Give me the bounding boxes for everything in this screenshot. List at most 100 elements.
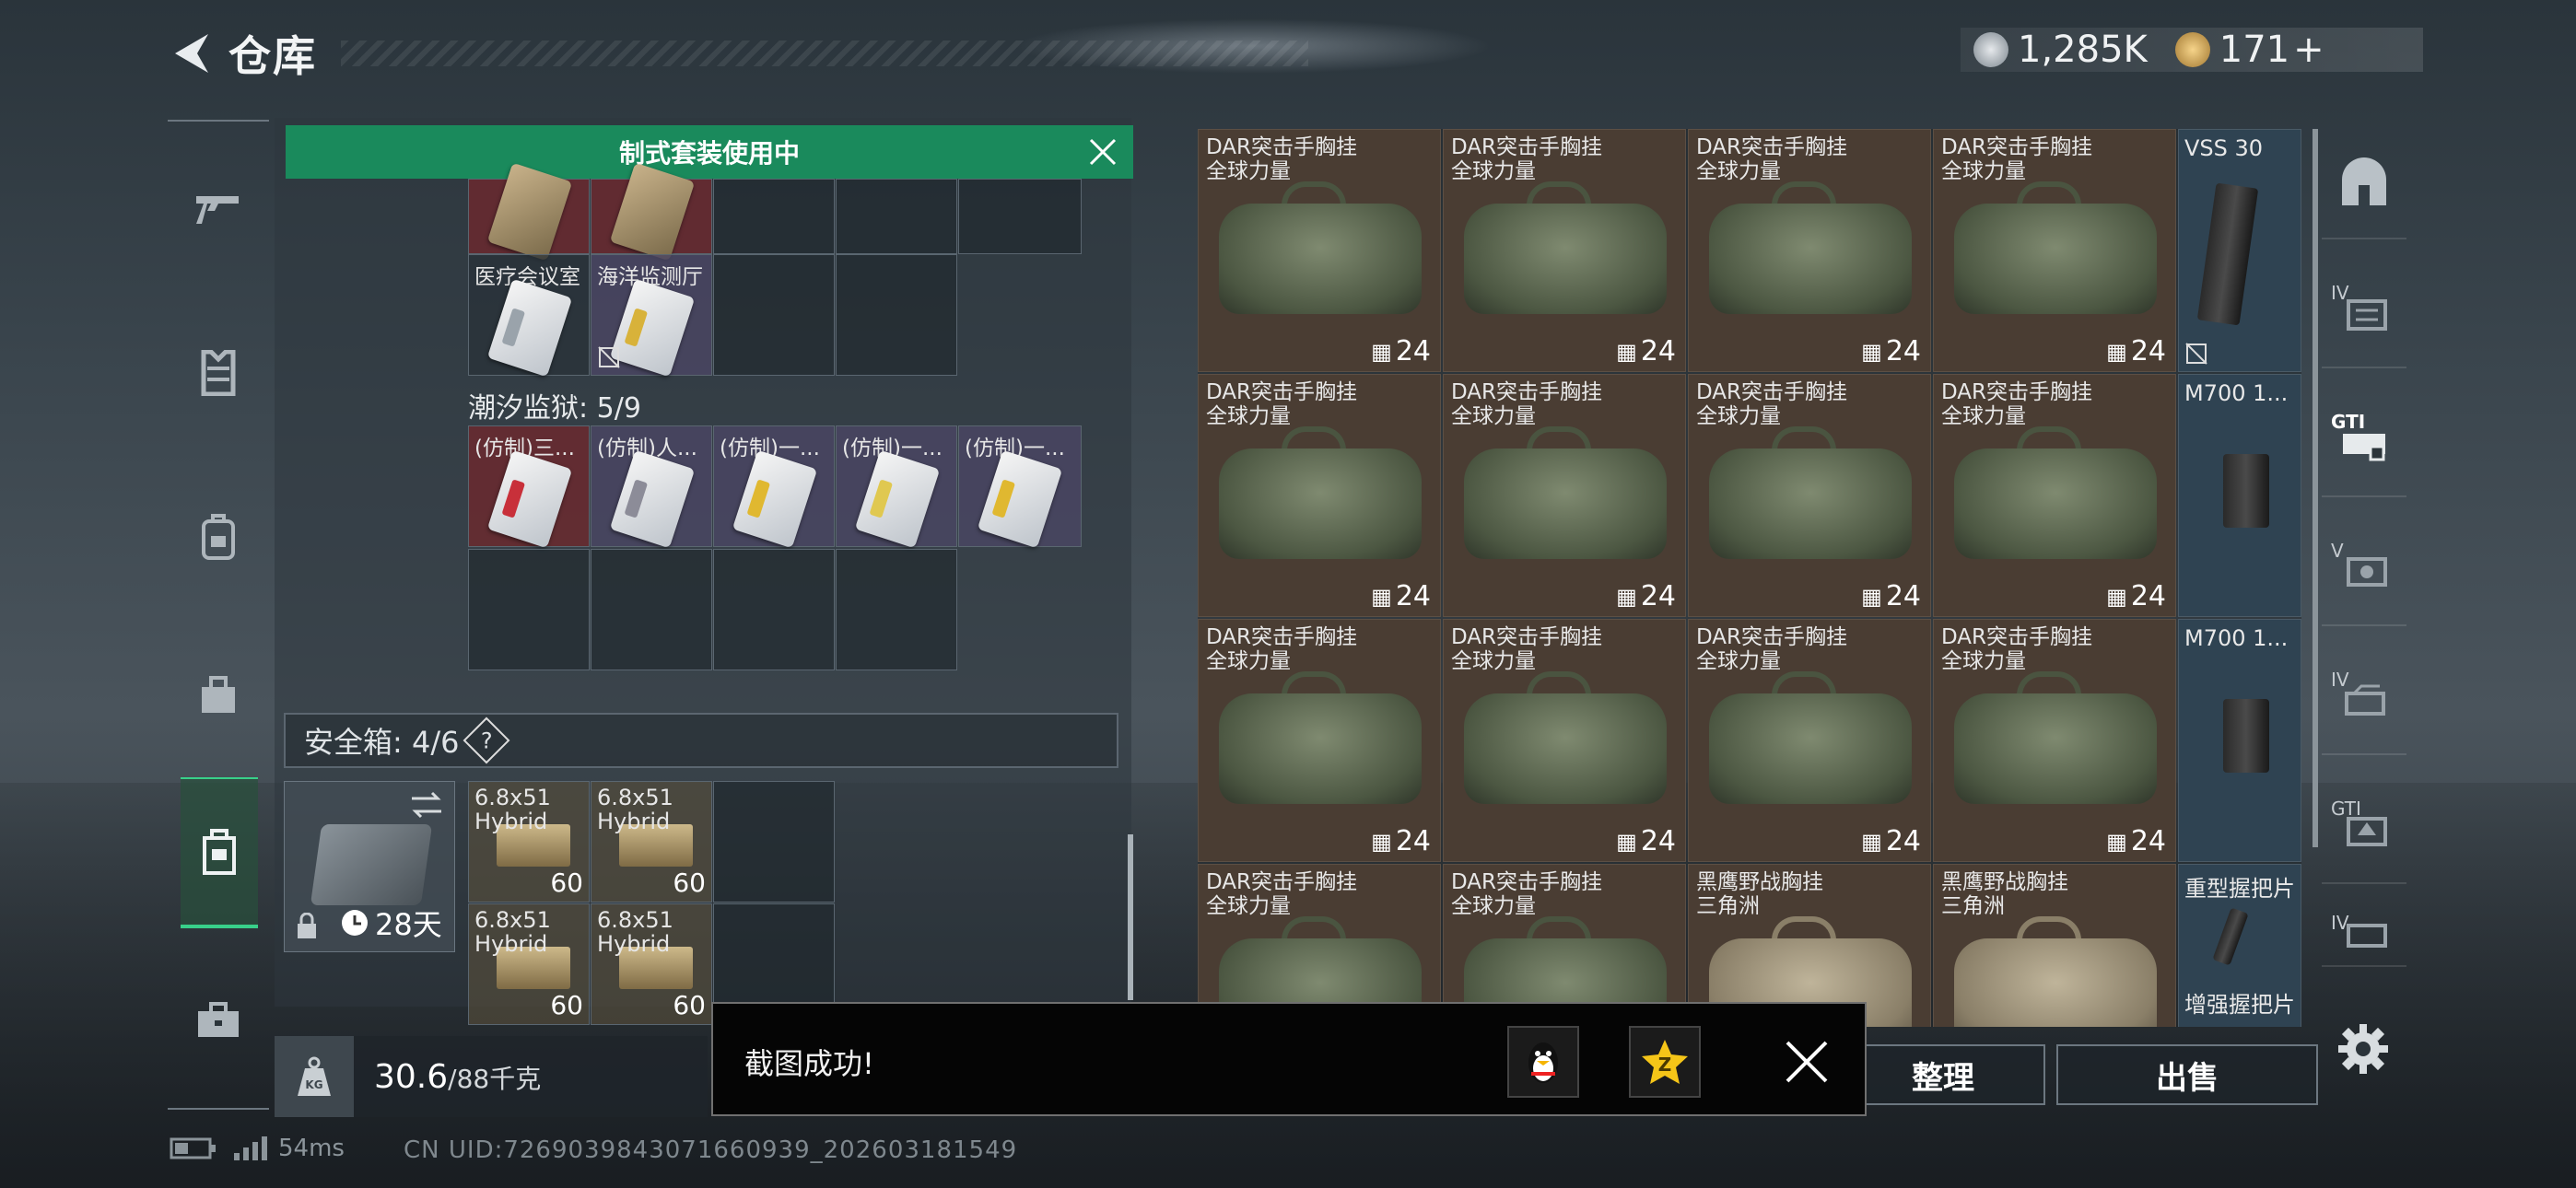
keycard-slot[interactable] bbox=[591, 162, 712, 262]
stash-item[interactable]: VSS 30 bbox=[2178, 129, 2301, 372]
vest-mini-icon: ▦ bbox=[1616, 583, 1637, 610]
empty-slot[interactable] bbox=[591, 549, 712, 670]
item-label: DAR突击手胸挂 全球力量 bbox=[1941, 380, 2092, 428]
settings-gear-icon[interactable] bbox=[2336, 1022, 2390, 1076]
stash-item[interactable]: DAR突击手胸挂 全球力量 ▦ 24 bbox=[1688, 374, 1931, 617]
empty-slot[interactable] bbox=[958, 179, 1082, 254]
empty-slot[interactable] bbox=[836, 549, 957, 670]
grip-image bbox=[2212, 907, 2249, 966]
tab-2[interactable]: GTI bbox=[2322, 387, 2406, 497]
tab-all[interactable] bbox=[2322, 129, 2406, 239]
keycard-slot[interactable]: 医疗会议室 bbox=[468, 254, 590, 378]
item-label: DAR突击手胸挂 全球力量 bbox=[1941, 135, 2092, 183]
stash-item[interactable]: DAR突击手胸挂 全球力量 ▦ 24 bbox=[1198, 619, 1441, 862]
close-icon[interactable] bbox=[1085, 134, 1120, 169]
stash-item[interactable]: 黑鹰野战胸挂 三角洲 bbox=[1933, 864, 2176, 1027]
ammo-item[interactable]: 6.8x51 Hybrid 60 bbox=[591, 781, 712, 903]
gold-amount: 171 bbox=[2219, 29, 2290, 71]
tab-5[interactable]: GTI bbox=[2322, 774, 2406, 884]
chest-rig-image bbox=[1954, 938, 2157, 1027]
empty-slot[interactable] bbox=[713, 254, 835, 376]
empty-slot[interactable] bbox=[836, 179, 957, 254]
tab-6[interactable]: IV bbox=[2322, 903, 2406, 967]
silver-coin-icon bbox=[1973, 32, 2008, 67]
keycard-slot[interactable]: (仿制)三... bbox=[468, 425, 590, 549]
nav-weapons[interactable] bbox=[168, 158, 269, 260]
ammo-label: 6.8x51 Hybrid bbox=[597, 908, 673, 956]
capacity-value: 24 bbox=[1640, 580, 1676, 612]
stash-item[interactable]: DAR突击手胸挂 全球力量 ▦ 24 bbox=[1933, 374, 2176, 617]
nav-pouch[interactable] bbox=[168, 643, 269, 744]
tab-4[interactable]: IV bbox=[2322, 645, 2406, 755]
empty-slot[interactable] bbox=[468, 549, 590, 670]
stash-item[interactable]: M700 1... bbox=[2178, 619, 2301, 862]
left-scrollbar[interactable] bbox=[1128, 834, 1133, 1000]
ammo-item[interactable]: 6.8x51 Hybrid 60 bbox=[591, 903, 712, 1025]
close-icon[interactable] bbox=[1782, 1037, 1832, 1087]
keycard-slot[interactable]: (仿制)一... bbox=[836, 425, 957, 549]
vest-mini-icon: ▦ bbox=[2106, 338, 2127, 365]
gold-currency[interactable]: 171 + bbox=[2174, 29, 2324, 71]
screenshot-toast: 截图成功! Z bbox=[711, 1002, 1867, 1116]
capacity-badge: ▦ 24 bbox=[1616, 825, 1676, 857]
share-qzone-button[interactable]: Z bbox=[1629, 1026, 1701, 1098]
stash-item[interactable]: DAR突击手胸挂 全球力量 ▦ 24 bbox=[1688, 619, 1931, 862]
back-arrow-icon[interactable] bbox=[166, 29, 216, 78]
capacity-badge: ▦ 24 bbox=[1861, 825, 1921, 857]
item-label: DAR突击手胸挂 全球力量 bbox=[1451, 870, 1602, 918]
gold-coin-icon bbox=[2174, 32, 2210, 67]
page-title: 仓库 bbox=[228, 31, 317, 81]
item-faction: 全球力量 bbox=[1206, 649, 1291, 673]
keycard-slot[interactable]: (仿制)一... bbox=[713, 425, 835, 549]
nav-safebox[interactable] bbox=[181, 777, 258, 928]
vest-mini-icon: ▦ bbox=[1616, 828, 1637, 855]
capacity-value: 24 bbox=[1640, 825, 1676, 857]
nav-toolbox[interactable] bbox=[168, 969, 269, 1070]
stash-item[interactable]: DAR突击手胸挂 全球力量 ▦ 24 bbox=[1443, 374, 1686, 617]
item-label: DAR突击手胸挂 全球力量 bbox=[1941, 625, 2092, 673]
nav-vest[interactable] bbox=[168, 322, 269, 424]
item-faction: 全球力量 bbox=[1696, 159, 1781, 183]
safebox-item[interactable]: 28天 bbox=[284, 781, 455, 952]
stash-item[interactable]: DAR突击手胸挂 全球力量 ▦ 24 bbox=[1198, 374, 1441, 617]
stash-item[interactable]: DAR突击手胸挂 全球力量 ▦ 24 bbox=[1198, 129, 1441, 372]
keycard-slot[interactable]: (仿制)人... bbox=[591, 425, 712, 549]
share-qq-button[interactable] bbox=[1507, 1026, 1579, 1098]
tab-level: IV bbox=[2331, 912, 2349, 934]
add-gold-button[interactable]: + bbox=[2293, 29, 2324, 71]
keycard-slot[interactable] bbox=[468, 162, 590, 262]
empty-slot[interactable] bbox=[713, 781, 835, 903]
tab-3[interactable]: V bbox=[2322, 516, 2406, 626]
stash-item[interactable]: DAR突击手胸挂 全球力量 ▦ 24 bbox=[1688, 129, 1931, 372]
item-name: DAR突击手胸挂 bbox=[1206, 135, 1358, 159]
empty-slot[interactable] bbox=[713, 549, 835, 670]
capacity-badge: ▦ 24 bbox=[1616, 580, 1676, 612]
sort-button[interactable]: 整理 bbox=[1841, 1044, 2045, 1105]
keycard-slot[interactable]: 海洋监测厅 bbox=[591, 254, 712, 378]
gun-icon bbox=[196, 196, 239, 224]
tab-1[interactable]: IV bbox=[2322, 258, 2406, 368]
stash-item[interactable]: 重型握把片 增强握把片 bbox=[2178, 864, 2301, 1027]
ammo-item[interactable]: 6.8x51 Hybrid 60 bbox=[468, 903, 590, 1025]
ammo-label: 6.8x51 Hybrid bbox=[474, 786, 551, 833]
empty-slot[interactable] bbox=[836, 254, 957, 376]
swap-icon[interactable] bbox=[408, 789, 445, 821]
empty-slot[interactable] bbox=[713, 179, 835, 254]
stash-item[interactable]: DAR突击手胸挂 全球力量 ▦ 24 bbox=[1443, 619, 1686, 862]
stash-item[interactable]: M700 1... bbox=[2178, 374, 2301, 617]
all-items-icon bbox=[2342, 157, 2386, 205]
stash-item[interactable]: DAR突击手胸挂 全球力量 ▦ 24 bbox=[1933, 619, 2176, 862]
ammo-count: 60 bbox=[550, 990, 583, 1020]
item-name: DAR突击手胸挂 bbox=[1451, 380, 1603, 404]
item-faction: 全球力量 bbox=[1941, 159, 2026, 183]
ammo-item[interactable]: 6.8x51 Hybrid 60 bbox=[468, 781, 590, 903]
help-button[interactable]: ? bbox=[463, 716, 510, 764]
stash-item[interactable]: DAR突击手胸挂 全球力量 ▦ 24 bbox=[1933, 129, 2176, 372]
top-bar: 仓库 bbox=[166, 22, 317, 85]
silver-currency: 1,285K bbox=[1973, 29, 2148, 71]
stash-item[interactable]: DAR突击手胸挂 全球力量 ▦ 24 bbox=[1443, 129, 1686, 372]
keycard-slot[interactable]: (仿制)一... bbox=[958, 425, 1082, 549]
nav-backpack[interactable] bbox=[168, 486, 269, 588]
sell-button[interactable]: 出售 bbox=[2056, 1044, 2318, 1105]
stash-scrollbar[interactable] bbox=[2313, 129, 2318, 847]
